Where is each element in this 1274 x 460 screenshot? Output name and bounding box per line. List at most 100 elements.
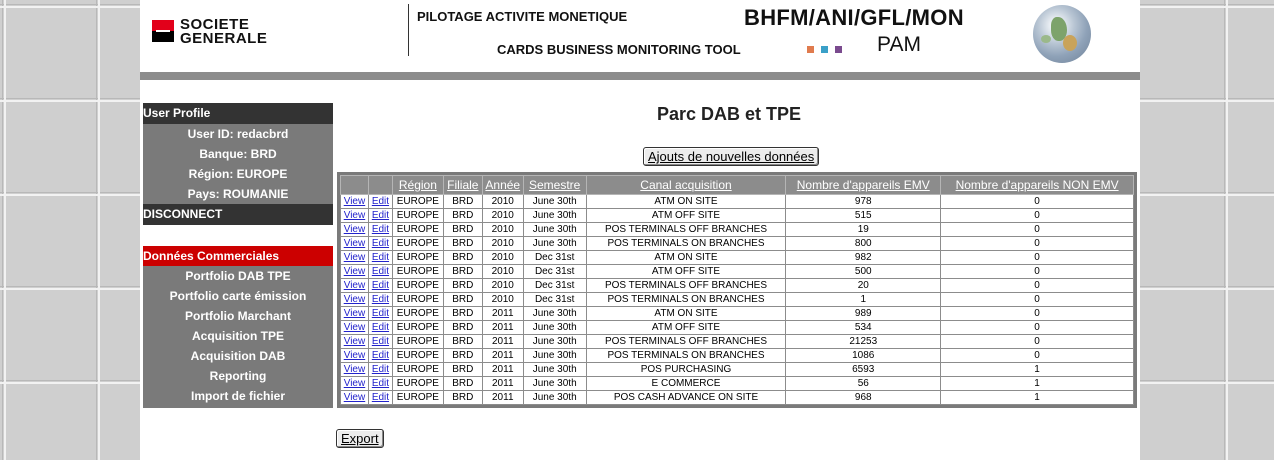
table-row: View Edit EUROPE BRD 2011 June 30th POS TERMIN…	[340, 334, 1134, 349]
table-cell: EUROPE	[391, 278, 444, 293]
column-header[interactable]: Filiale	[442, 175, 483, 195]
table-row: View Edit EUROPE BRD 2010 Dec 31st POS TERMINA…	[340, 278, 1134, 293]
menu-item-reporting[interactable]: Reporting	[143, 366, 333, 386]
column-header	[367, 175, 393, 195]
app-subtitle: CARDS BUSINESS MONITORING TOOL	[497, 42, 741, 57]
edit-link[interactable]: Edit	[367, 306, 393, 321]
edit-link[interactable]: Edit	[367, 334, 393, 349]
table-cell: 0	[940, 236, 1134, 251]
user-info: User ID: redacbrd Banque: BRD Région: EU…	[143, 124, 333, 204]
table-cell: 515	[785, 208, 942, 223]
view-link[interactable]: View	[340, 292, 369, 307]
table-cell: EUROPE	[391, 222, 444, 237]
table-cell: 978	[785, 194, 942, 209]
menu-item-acquisition-tpe[interactable]: Acquisition TPE	[143, 326, 333, 346]
table-cell: BRD	[442, 334, 483, 349]
table-cell: EUROPE	[391, 376, 444, 391]
app-title: PILOTAGE ACTIVITE MONETIQUE	[417, 9, 628, 24]
globe-icon	[1033, 5, 1091, 63]
edit-link[interactable]: Edit	[367, 376, 393, 391]
data-grid: Région Filiale Année Semestre Canal acquisit…	[337, 172, 1137, 408]
export-button[interactable]: Export	[336, 429, 384, 448]
disconnect-link[interactable]: DISCONNECT	[143, 204, 333, 225]
table-cell: June 30th	[522, 208, 587, 223]
edit-link[interactable]: Edit	[367, 320, 393, 335]
table-cell: POS TERMINALS OFF BRANCHES	[585, 222, 787, 237]
edit-link[interactable]: Edit	[367, 390, 393, 405]
view-link[interactable]: View	[340, 222, 369, 237]
table-cell: POS PURCHASING	[585, 362, 787, 377]
table-cell: BRD	[442, 390, 483, 405]
view-link[interactable]: View	[340, 264, 369, 279]
table-cell: 0	[940, 194, 1134, 209]
view-link[interactable]: View	[340, 278, 369, 293]
table-cell: June 30th	[522, 306, 587, 321]
table-cell: 2011	[481, 390, 524, 405]
view-link[interactable]: View	[340, 348, 369, 363]
edit-link[interactable]: Edit	[367, 292, 393, 307]
add-data-button[interactable]: Ajouts de nouvelles données	[643, 147, 820, 166]
table-cell: 0	[940, 208, 1134, 223]
table-cell: Dec 31st	[522, 250, 587, 265]
view-link[interactable]: View	[340, 362, 369, 377]
table-cell: 1	[940, 390, 1134, 405]
edit-link[interactable]: Edit	[367, 208, 393, 223]
table-header: Région Filiale Année Semestre Canal acquisit…	[340, 175, 1134, 195]
edit-link[interactable]: Edit	[367, 264, 393, 279]
view-link[interactable]: View	[340, 208, 369, 223]
table-row: View Edit EUROPE BRD 2010 June 30th POS TERMIN…	[340, 236, 1134, 251]
view-link[interactable]: View	[340, 236, 369, 251]
column-header[interactable]: Semestre	[522, 175, 587, 195]
menu-item-portfolio-marchant[interactable]: Portfolio Marchant	[143, 306, 333, 326]
logo-line2: GENERALE	[180, 30, 268, 47]
edit-link[interactable]: Edit	[367, 222, 393, 237]
table-cell: June 30th	[522, 362, 587, 377]
user-profile-title: User Profile	[143, 103, 333, 124]
column-header[interactable]: Canal acquisition	[585, 175, 787, 195]
view-link[interactable]: View	[340, 250, 369, 265]
table-cell: BRD	[442, 264, 483, 279]
table-cell: June 30th	[522, 320, 587, 335]
view-link[interactable]: View	[340, 306, 369, 321]
data-table: Région Filiale Année Semestre Canal acquisit…	[340, 175, 1134, 405]
table-cell: 1	[940, 362, 1134, 377]
edit-link[interactable]: Edit	[367, 362, 393, 377]
dot-purple	[835, 46, 842, 53]
edit-link[interactable]: Edit	[367, 194, 393, 209]
table-cell: EUROPE	[391, 250, 444, 265]
table-cell: 1086	[785, 348, 942, 363]
column-header[interactable]: Région	[391, 175, 444, 195]
view-link[interactable]: View	[340, 390, 369, 405]
table-cell: 0	[940, 320, 1134, 335]
section-title: Données Commerciales	[143, 246, 333, 266]
column-header[interactable]: Nombre d'appareils EMV	[785, 175, 942, 195]
table-row: View Edit EUROPE BRD 2011 June 30th POS PURCHA…	[340, 362, 1134, 377]
view-link[interactable]: View	[340, 320, 369, 335]
table-cell: POS TERMINALS OFF BRANCHES	[585, 278, 787, 293]
edit-link[interactable]: Edit	[367, 250, 393, 265]
table-cell: 0	[940, 306, 1134, 321]
edit-link[interactable]: Edit	[367, 348, 393, 363]
column-header[interactable]: Nombre d'appareils NON EMV	[940, 175, 1134, 195]
view-link[interactable]: View	[340, 194, 369, 209]
table-cell: POS CASH ADVANCE ON SITE	[585, 390, 787, 405]
menu-item-import[interactable]: Import de fichier	[143, 386, 333, 406]
view-link[interactable]: View	[340, 334, 369, 349]
view-link[interactable]: View	[340, 376, 369, 391]
edit-link[interactable]: Edit	[367, 236, 393, 251]
menu-item-portfolio-carte-emission[interactable]: Portfolio carte émission	[143, 286, 333, 306]
table-cell: 2010	[481, 278, 524, 293]
table-cell: 982	[785, 250, 942, 265]
dot-orange	[807, 46, 814, 53]
table-cell: 2010	[481, 222, 524, 237]
edit-link[interactable]: Edit	[367, 278, 393, 293]
table-cell: 2010	[481, 292, 524, 307]
menu-item-acquisition-dab[interactable]: Acquisition DAB	[143, 346, 333, 366]
table-cell: 500	[785, 264, 942, 279]
table-cell: BRD	[442, 362, 483, 377]
menu-item-portfolio-dab-tpe[interactable]: Portfolio DAB TPE	[143, 266, 333, 286]
table-cell: EUROPE	[391, 208, 444, 223]
table-row: View Edit EUROPE BRD 2011 June 30th E COMMERCE…	[340, 376, 1134, 391]
table-row: View Edit EUROPE BRD 2010 Dec 31st POS TERMINA…	[340, 292, 1134, 307]
column-header[interactable]: Année	[481, 175, 524, 195]
